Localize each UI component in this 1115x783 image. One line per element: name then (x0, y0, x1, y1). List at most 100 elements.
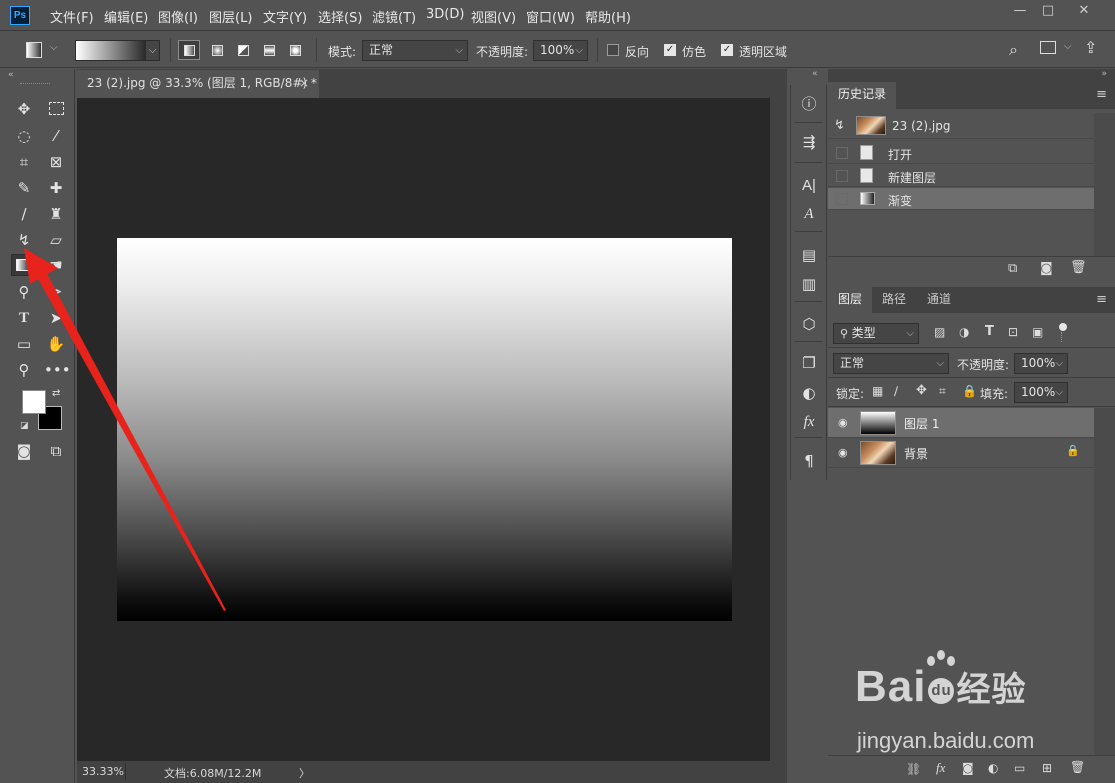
tab-layers[interactable]: 图层 (828, 287, 873, 314)
chevron-down-icon[interactable]: ⌵ (1064, 41, 1072, 52)
tab-paths[interactable]: 路径 (872, 287, 916, 314)
adjustments-icon[interactable]: ◐ (797, 382, 821, 404)
default-colors-icon[interactable]: ◪ (20, 421, 29, 431)
diamond-gradient-button[interactable] (284, 40, 306, 60)
magic-wand-tool-icon[interactable]: ⁄ (44, 125, 68, 147)
more-tools-icon[interactable]: ••• (44, 359, 71, 381)
reflected-gradient-button[interactable] (258, 40, 280, 60)
lock-image-pixels-icon[interactable]: ∕ (894, 384, 898, 398)
history-source-checkbox[interactable] (836, 193, 848, 205)
gradient-tool-icon[interactable] (11, 254, 35, 276)
properties-icon[interactable]: ▤ (797, 244, 821, 266)
hand-tool-icon[interactable]: ✋ (44, 333, 68, 355)
marquee-tool-icon[interactable] (44, 98, 68, 120)
menu-select[interactable]: 选择(S) (318, 7, 362, 26)
glyphs-icon[interactable]: A (797, 203, 821, 225)
minimize-button[interactable]: — (1006, 3, 1034, 21)
crop-tool-icon[interactable]: ⌗ (12, 151, 36, 173)
brush-tool-icon[interactable]: ∕ (12, 203, 36, 225)
layer-style-icon[interactable]: fx (936, 760, 945, 776)
search-icon[interactable]: ⌕ (1009, 40, 1018, 60)
rectangle-tool-icon[interactable]: ▭ (12, 333, 36, 355)
fill-input[interactable]: 100% ⌵ (1014, 382, 1068, 403)
clone-source-icon[interactable]: ⇶ (797, 131, 821, 153)
history-item[interactable]: 打开 (828, 142, 1094, 164)
history-brush-tool-icon[interactable]: ↯ (12, 229, 36, 251)
close-button[interactable]: ✕ (1070, 3, 1098, 21)
collapse-icon[interactable]: » (1101, 69, 1107, 79)
layer-opacity-input[interactable]: 100% ⌵ (1014, 353, 1068, 374)
layers-scrollbar[interactable] (1094, 408, 1115, 755)
zoom-tool-icon[interactable]: ⚲ (12, 359, 36, 381)
notes-icon[interactable]: ▥ (797, 273, 821, 295)
path-selection-tool-icon[interactable]: ➤ (44, 307, 68, 329)
close-tab-icon[interactable]: × (299, 70, 309, 96)
menu-type[interactable]: 文字(Y) (263, 7, 307, 26)
reverse-checkbox[interactable] (607, 44, 619, 56)
lock-transparent-pixels-icon[interactable]: ▦ (872, 384, 883, 398)
menu-file[interactable]: 文件(F) (50, 7, 94, 26)
panel-menu-icon[interactable]: ≡ (1096, 292, 1107, 307)
new-document-from-state-icon[interactable]: ⧉ (1008, 261, 1017, 276)
menu-layer[interactable]: 图层(L) (209, 7, 252, 26)
history-item[interactable]: 新建图层 (828, 165, 1094, 187)
collapse-icon[interactable]: « (812, 69, 818, 79)
history-brush-source-icon[interactable]: ↯ (834, 118, 845, 133)
paragraph-icon[interactable]: ¶ (797, 450, 821, 472)
foreground-color-swatch[interactable] (22, 390, 46, 414)
3d-icon[interactable]: ⬡ (797, 313, 821, 335)
shape-layer-filter-icon[interactable]: ⊡ (1008, 325, 1018, 339)
pen-tool-icon[interactable]: ✒ (44, 281, 68, 303)
share-icon[interactable]: ⇪ (1084, 38, 1097, 57)
info-icon[interactable]: ⓘ (797, 93, 821, 115)
tool-preset-picker[interactable]: ⌵ (8, 41, 58, 59)
trash-icon[interactable]: 🗑 (1070, 760, 1085, 774)
history-scrollbar[interactable] (1094, 113, 1115, 256)
screen-mode-icon[interactable]: ⧉ (44, 440, 68, 462)
workspace-icon[interactable] (1040, 41, 1056, 54)
radial-gradient-button[interactable] (206, 40, 228, 60)
dodge-tool-icon[interactable]: ⚲ (12, 281, 36, 303)
gradient-picker[interactable]: ⌵ (75, 40, 160, 61)
lock-artboard-icon[interactable]: ⌗ (939, 384, 946, 399)
lock-all-icon[interactable]: 🔒 (962, 384, 977, 398)
type-layer-filter-icon[interactable]: T (985, 324, 994, 339)
gradient-canvas[interactable] (117, 238, 732, 621)
pixel-layer-filter-icon[interactable]: ▨ (934, 325, 945, 339)
swap-colors-icon[interactable]: ⇄ (52, 388, 60, 399)
menu-help[interactable]: 帮助(H) (585, 7, 631, 26)
eye-icon[interactable]: ◉ (838, 446, 852, 459)
eyedropper-tool-icon[interactable]: ✎ (12, 177, 36, 199)
lasso-tool-icon[interactable]: ◌ (12, 125, 36, 147)
styles-icon[interactable]: fx (797, 411, 821, 433)
history-snapshot[interactable]: ↯ 23 (2).jpg (828, 113, 1094, 139)
clone-stamp-tool-icon[interactable]: ♜ (44, 203, 68, 225)
smart-object-filter-icon[interactable]: ▣ (1032, 325, 1043, 339)
linear-gradient-button[interactable] (178, 40, 200, 60)
menu-edit[interactable]: 编辑(E) (104, 7, 148, 26)
maximize-button[interactable]: □ (1034, 3, 1062, 21)
history-item[interactable]: 渐变 (828, 188, 1094, 210)
tab-channels[interactable]: 通道 (917, 287, 961, 314)
adjustment-layer-icon[interactable]: ◐ (988, 761, 998, 775)
mode-dropdown[interactable]: 正常 ⌵ (362, 40, 468, 61)
frame-tool-icon[interactable]: ⊠ (44, 151, 68, 173)
grip-handle[interactable] (20, 83, 50, 85)
eye-icon[interactable]: ◉ (838, 416, 852, 429)
tab-history[interactable]: 历史记录 (828, 82, 897, 109)
type-tool-icon[interactable]: T (12, 307, 36, 329)
character-icon[interactable]: A| (797, 175, 821, 197)
adjustment-layer-filter-icon[interactable]: ◑ (959, 325, 969, 339)
menu-window[interactable]: 窗口(W) (526, 7, 575, 26)
quick-mask-icon[interactable]: ◙ (12, 440, 36, 462)
collapse-icon[interactable]: « (8, 70, 14, 80)
history-source-checkbox[interactable] (836, 170, 848, 182)
layer-row[interactable]: ◉ 图层 1 (828, 408, 1094, 438)
menu-image[interactable]: 图像(I) (158, 7, 198, 26)
menu-view[interactable]: 视图(V) (471, 7, 516, 26)
camera-icon[interactable]: ◙ (1040, 261, 1053, 276)
menu-filter[interactable]: 滤镜(T) (372, 7, 416, 26)
layer-comps-icon[interactable]: ❐ (797, 352, 821, 374)
opacity-input[interactable]: 100% ⌵ (533, 40, 588, 61)
trash-icon[interactable]: 🗑 (1070, 260, 1087, 275)
